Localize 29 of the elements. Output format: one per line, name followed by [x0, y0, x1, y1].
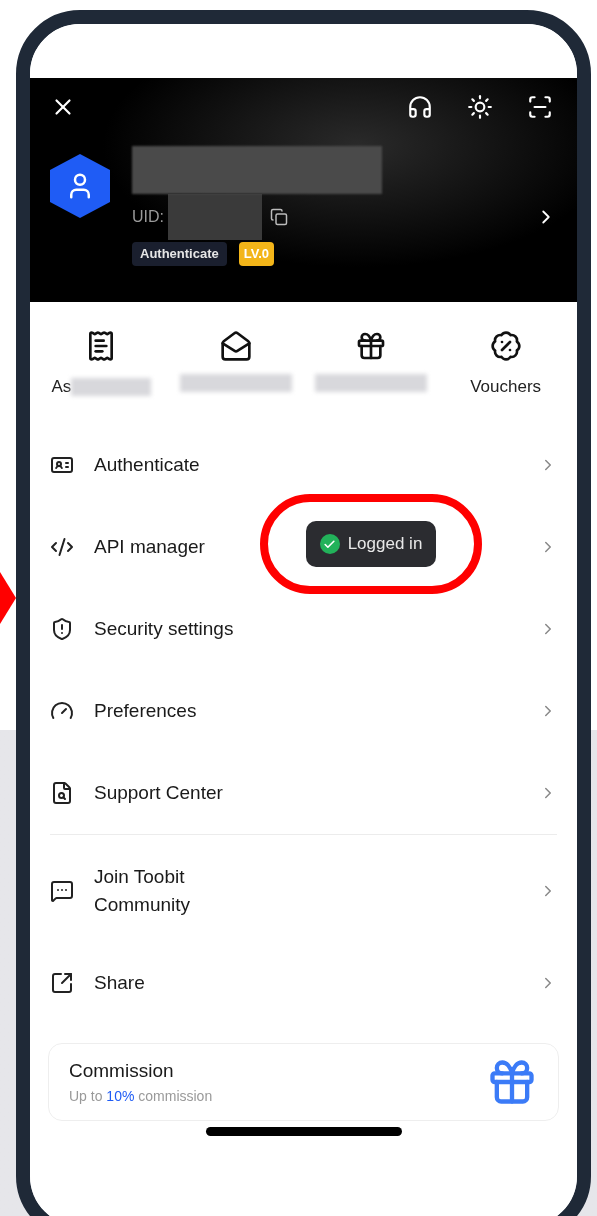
- promo-title: Commission: [69, 1059, 175, 1084]
- menu-item-icon: [50, 971, 74, 995]
- menu-item-label[interactable]: Join Toobit Community: [94, 863, 191, 919]
- menu-item-label[interactable]: Authenticate: [94, 451, 200, 479]
- quick-action-label[interactable]: As: [51, 374, 72, 400]
- quick-action-icon[interactable]: [489, 330, 522, 362]
- menu-item-label[interactable]: Share: [94, 969, 145, 997]
- quick-action-icon[interactable]: [220, 330, 253, 362]
- toast-text: Logged in: [347, 533, 423, 556]
- menu-item-icon: [50, 781, 74, 805]
- menu-item-label[interactable]: Security settings: [94, 615, 234, 643]
- status-badge: Authenticate: [132, 242, 227, 266]
- menu-item-icon: [50, 879, 74, 903]
- scan-icon[interactable]: [527, 94, 553, 120]
- menu-item-label[interactable]: Preferences: [94, 697, 197, 725]
- success-icon: [319, 534, 340, 554]
- level-badge: LV.0: [238, 242, 275, 266]
- uid-label: UID:: [132, 207, 164, 227]
- promo-card[interactable]: Commission Up to 10% commission: [48, 1043, 559, 1121]
- menu-item-label[interactable]: Support Center: [94, 779, 223, 807]
- arrow-pointer-icon: [0, 572, 16, 624]
- headset-icon[interactable]: [407, 94, 433, 120]
- menu-item-label[interactable]: API manager: [94, 533, 205, 561]
- quick-action-label[interactable]: Vouchers: [470, 374, 542, 400]
- menu-item-icon: [50, 617, 74, 641]
- promo-subtitle: Up to 10% commission: [69, 1086, 213, 1106]
- sun-icon[interactable]: [467, 94, 493, 120]
- copy-icon[interactable]: [270, 208, 288, 226]
- menu-item-icon: [50, 535, 74, 559]
